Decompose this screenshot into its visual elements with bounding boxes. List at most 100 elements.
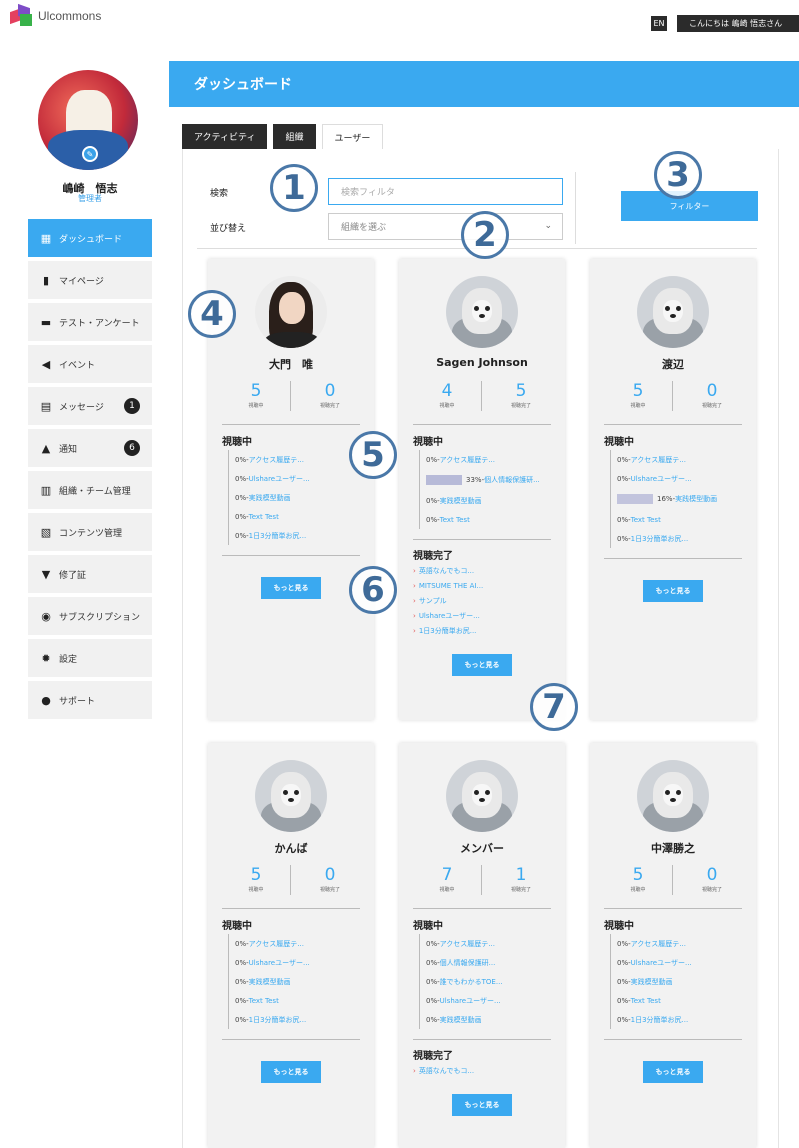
stat-completed: 0 視聴完了 [682,382,742,409]
watching-item[interactable]: 0% - 実践模型動画 [235,972,364,991]
user-card: メンバー 7 視聴中 1 視聴完了 視聴中 0% - アクセス履歴テ... 0% - 個人情報… [399,743,565,1148]
sidebar-item-subscription[interactable]: ◉ サブスクリプション [28,597,152,635]
watching-item[interactable]: 0% - アクセス履歴テ... [426,934,555,953]
stat-watching-label: 視聴中 [630,403,646,409]
watching-item[interactable]: 0% - Text Test [426,510,555,529]
language-button[interactable]: EN [651,16,667,31]
watching-list: 0% - アクセス履歴テ... 0% - Ulshareユーザー... 16% - … [610,450,746,548]
sidebar-item-megaphone[interactable]: ◀ イベント [28,345,152,383]
watching-item[interactable]: 33% - 個人情報保護研... [426,469,555,491]
watching-item-percent: 33% [466,476,482,484]
user-avatar[interactable] [446,760,518,832]
watching-item-title: アクセス履歴テ... [439,455,495,464]
watching-item-percent: 0% [235,939,247,948]
user-avatar[interactable] [637,276,709,348]
sidebar-item-medal[interactable]: ▼ 修了証 [28,555,152,593]
completed-item[interactable]: › Ulshareユーザー... [413,608,553,623]
sidebar-item-test[interactable]: ▬ テスト・アンケート [28,303,152,341]
user-greeting[interactable]: こんにちは 嶋崎 悟志さん [677,15,799,32]
sort-select[interactable]: 組織を選ぶ ⌄ [328,213,563,240]
more-button[interactable]: もっと見る [643,580,703,602]
stat-watching: 4 視聴中 [417,382,477,409]
watching-item[interactable]: 0% - 1日3分簡単お尻... [617,1010,746,1029]
more-button[interactable]: もっと見る [261,577,321,599]
stat-divider [290,865,291,895]
edit-profile-icon[interactable]: ✎ [82,146,98,162]
tab-organization[interactable]: 組織 [273,124,316,149]
sidebar-item-bell[interactable]: ▲ 通知 6 [28,429,152,467]
completed-item[interactable]: › サンプル [413,593,553,608]
sort-label: 並び替え [210,224,247,234]
sidebar-item-message[interactable]: ▤ メッセージ 1 [28,387,152,425]
watching-item[interactable]: 0% - 実践模型動画 [235,488,364,507]
stat-watching-count: 5 [250,381,262,401]
user-avatar[interactable] [255,276,327,348]
chevron-right-icon: › [413,581,416,590]
watching-item-title: Ulshareユーザー... [248,958,310,967]
sidebar-item-gear[interactable]: ✹ 設定 [28,639,152,677]
stat-completed-count: 0 [324,381,336,401]
more-button[interactable]: もっと見る [452,1094,512,1116]
user-avatar[interactable] [446,276,518,348]
more-button[interactable]: もっと見る [643,1061,703,1083]
watching-item[interactable]: 0% - Text Test [617,510,746,529]
tab-users[interactable]: ユーザー [321,124,384,150]
watching-item[interactable]: 0% - 個人情報保護研... [426,953,555,972]
watching-item-percent: 0% [617,534,629,543]
watching-item[interactable]: 0% - Text Test [235,991,364,1010]
sidebar-item-info[interactable]: ● サポート [28,681,152,719]
watching-item[interactable]: 0% - Ulshareユーザー... [235,953,364,972]
watching-item-percent: 16% [657,495,673,503]
watching-item[interactable]: 0% - 1日3分簡単お尻... [235,526,364,545]
watching-item[interactable]: 16% - 実践模型動画 [617,488,746,510]
watching-item-percent: 0% [235,531,247,540]
logo-cube-icon [10,3,34,26]
watching-item-percent: 0% [617,515,629,524]
watching-item[interactable]: 0% - Ulshareユーザー... [617,469,746,488]
watching-item[interactable]: 0% - 1日3分簡単お尻... [617,529,746,548]
watching-item[interactable]: 0% - アクセス履歴テ... [235,934,364,953]
user-avatar[interactable] [637,760,709,832]
watching-item[interactable]: 0% - Ulshareユーザー... [235,469,364,488]
more-button[interactable]: もっと見る [261,1061,321,1083]
tab-activity[interactable]: アクティビティ [182,124,268,149]
watching-item-title: アクセス履歴テ... [439,939,495,948]
more-button[interactable]: もっと見る [452,654,512,676]
watching-item[interactable]: 0% - 1日3分簡単お尻... [235,1010,364,1029]
sidebar-item-book[interactable]: ▮ マイページ [28,261,152,299]
stat-watching-count: 7 [441,865,453,885]
watching-item[interactable]: 0% - アクセス履歴テ... [235,450,364,469]
completed-item[interactable]: › 英語なんでもコ... [413,1063,553,1078]
watching-item[interactable]: 0% - 誰でもわかるTOE... [426,972,555,991]
user-name: かんば [274,842,308,855]
completed-item[interactable]: › 英語なんでもコ... [413,563,553,578]
watching-item[interactable]: 0% - 実践模型動画 [426,491,555,510]
card-divider [222,424,360,425]
stat-completed-label: 視聴完了 [510,403,531,409]
stat-completed-count: 0 [706,865,718,885]
watching-item[interactable]: 0% - Text Test [235,507,364,526]
search-label: 検索 [210,189,229,199]
watching-item[interactable]: 0% - アクセス履歴テ... [426,450,555,469]
search-input[interactable]: 検索フィルタ [328,178,563,205]
watching-item[interactable]: 0% - アクセス履歴テ... [617,450,746,469]
watching-item[interactable]: 0% - 実践模型動画 [617,972,746,991]
app-logo[interactable]: Ulcommons [10,3,101,26]
sidebar-item-dashboard[interactable]: ▦ ダッシュボード [28,219,152,257]
watching-item[interactable]: 0% - Text Test [617,991,746,1010]
watching-item[interactable]: 0% - アクセス履歴テ... [617,934,746,953]
stat-watching-label: 視聴中 [248,403,264,409]
watching-item[interactable]: 0% - Ulshareユーザー... [426,991,555,1010]
watching-item-title: 1日3分簡単お尻... [630,1015,689,1024]
user-avatar[interactable] [255,760,327,832]
watching-item[interactable]: 0% - Ulshareユーザー... [617,953,746,972]
sidebar-item-label: イベント [59,360,96,371]
sidebar-item-content[interactable]: ▧ コンテンツ管理 [28,513,152,551]
sidebar-item-label: コンテンツ管理 [59,528,123,539]
completed-item[interactable]: › MITSUME THE AI... [413,578,553,593]
completed-item[interactable]: › 1日3分簡単お尻... [413,623,553,638]
watching-item-title: 1日3分簡単お尻... [248,531,307,540]
sidebar-item-team[interactable]: ▥ 組織・チーム管理 [28,471,152,509]
watching-item-title: Text Test [630,515,661,524]
watching-item[interactable]: 0% - 実践模型動画 [426,1010,555,1029]
